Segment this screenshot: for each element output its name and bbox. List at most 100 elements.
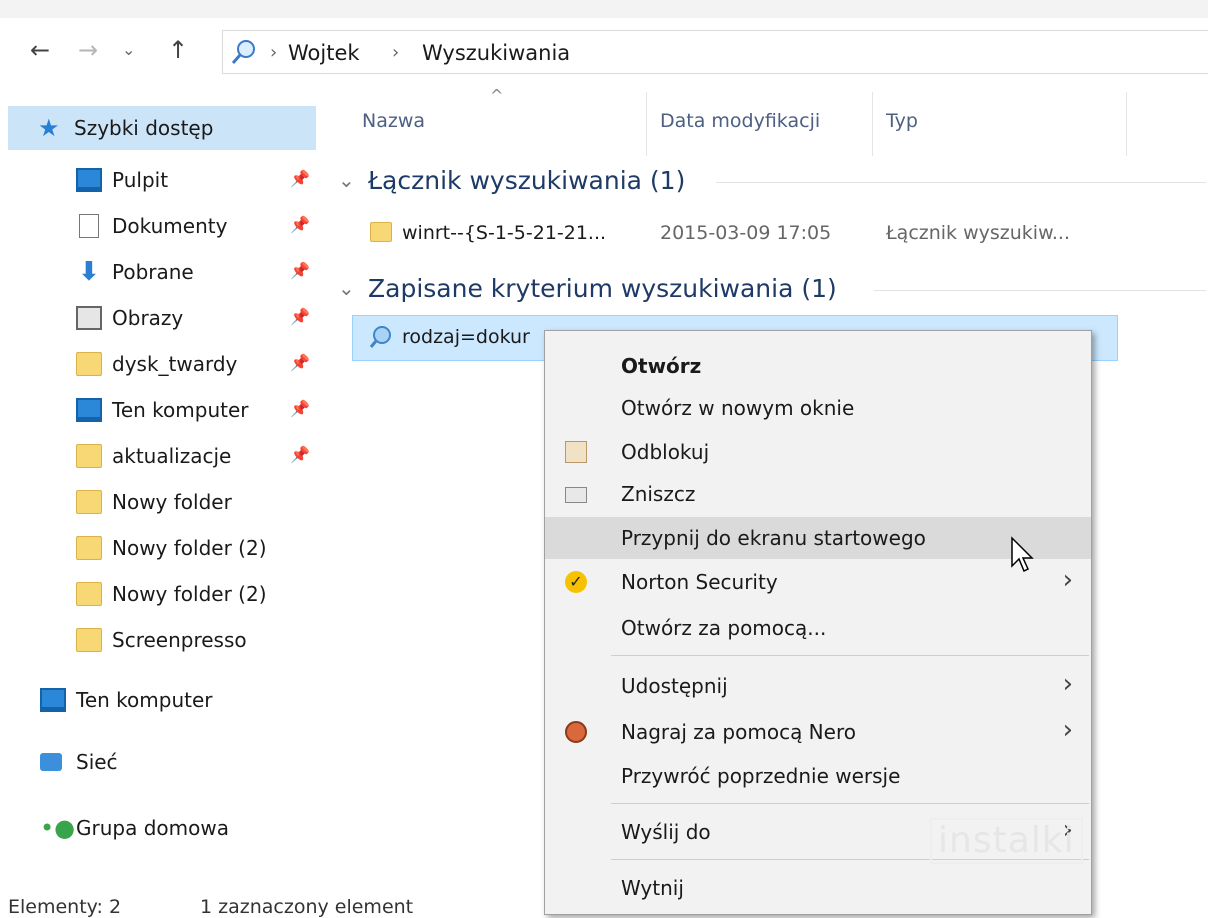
shredder-icon bbox=[565, 487, 587, 503]
sidebar-item-downloads[interactable]: ⬇ Pobrane bbox=[76, 250, 194, 294]
item-type: Łącznik wyszukiw... bbox=[886, 222, 1070, 244]
sidebar-item-label: Sieć bbox=[76, 750, 118, 774]
group-collapse-chevron-icon[interactable]: ⌄ bbox=[338, 168, 355, 192]
lock-icon bbox=[565, 441, 587, 463]
column-header-name[interactable]: Nazwa bbox=[362, 110, 425, 132]
group-header-saved-search[interactable]: Zapisane kryterium wyszukiwania (1) bbox=[368, 272, 837, 306]
menu-item-label: Udostępnij bbox=[621, 674, 728, 698]
pictures-icon bbox=[76, 306, 102, 330]
sidebar-item-label: Nowy folder bbox=[112, 490, 232, 514]
menu-item-label: Otwórz za pomocą... bbox=[621, 616, 827, 640]
sidebar-item-aktualizacje[interactable]: aktualizacje bbox=[76, 434, 231, 478]
search-icon bbox=[231, 40, 255, 64]
up-arrow-icon[interactable]: ↑ bbox=[168, 30, 188, 70]
column-header-type[interactable]: Typ bbox=[886, 110, 918, 132]
sidebar-item-label: dysk_twardy bbox=[112, 352, 238, 376]
sidebar-item-nowy-folder-2[interactable]: Nowy folder (2) bbox=[76, 526, 267, 570]
norton-check-icon: ✓ bbox=[565, 571, 587, 593]
sidebar-item-label: Szybki dostęp bbox=[74, 116, 214, 140]
sidebar-item-documents[interactable]: Dokumenty bbox=[76, 204, 227, 248]
menu-item-open-new-window[interactable]: Otwórz w nowym oknie bbox=[545, 387, 1091, 429]
sidebar-item-network[interactable]: Sieć bbox=[40, 740, 118, 784]
group-collapse-chevron-icon[interactable]: ⌄ bbox=[338, 276, 355, 300]
mouse-cursor-icon bbox=[1011, 536, 1034, 573]
breadcrumb-item-wojtek[interactable]: Wojtek bbox=[288, 38, 360, 68]
menu-item-open[interactable]: Otwórz bbox=[545, 345, 1091, 387]
sidebar-item-this-pc[interactable]: Ten komputer bbox=[40, 678, 212, 722]
forward-arrow-icon[interactable]: → bbox=[78, 30, 98, 70]
sidebar-item-label: Nowy folder (2) bbox=[112, 582, 267, 606]
group-divider bbox=[874, 290, 1206, 291]
star-icon: ★ bbox=[38, 114, 60, 142]
back-arrow-icon[interactable]: ← bbox=[30, 30, 50, 70]
download-arrow-icon: ⬇ bbox=[78, 257, 100, 287]
submenu-arrow-icon: › bbox=[1062, 565, 1073, 595]
documents-icon bbox=[79, 214, 99, 238]
pin-icon: 📌 bbox=[290, 307, 310, 326]
item-name: rodzaj=dokur bbox=[402, 326, 530, 348]
sidebar-item-pictures[interactable]: Obrazy bbox=[76, 296, 183, 340]
menu-item-open-with[interactable]: Otwórz za pomocą... bbox=[545, 607, 1091, 649]
sidebar-item-homegroup[interactable]: •● Grupa domowa bbox=[40, 806, 229, 850]
sidebar-item-label: Grupa domowa bbox=[76, 816, 229, 840]
folder-icon bbox=[76, 628, 102, 652]
search-connector-icon bbox=[370, 222, 392, 242]
menu-item-label: Otwórz bbox=[621, 354, 702, 378]
menu-item-restore-previous[interactable]: Przywróć poprzednie wersje bbox=[545, 755, 1091, 797]
sidebar-item-label: aktualizacje bbox=[112, 444, 232, 468]
folder-icon bbox=[76, 444, 102, 468]
folder-icon bbox=[76, 582, 102, 606]
network-icon bbox=[40, 753, 62, 771]
pin-icon: 📌 bbox=[290, 169, 310, 188]
item-date: 2015-03-09 17:05 bbox=[660, 222, 832, 244]
sidebar-item-desktop[interactable]: Pulpit bbox=[76, 158, 168, 202]
folder-icon bbox=[76, 352, 102, 376]
submenu-arrow-icon: › bbox=[1062, 669, 1073, 699]
saved-search-icon bbox=[369, 326, 391, 348]
sidebar-item-this-pc-pinned[interactable]: Ten komputer bbox=[76, 388, 248, 432]
pin-icon: 📌 bbox=[290, 445, 310, 464]
breadcrumb-item-wyszukiwania[interactable]: Wyszukiwania bbox=[422, 38, 570, 68]
computer-icon bbox=[40, 688, 66, 712]
menu-item-label: Wytnij bbox=[621, 876, 684, 900]
menu-item-share[interactable]: Udostępnij › bbox=[545, 665, 1091, 707]
item-name: winrt--{S-1-5-21-21... bbox=[402, 222, 607, 244]
menu-item-shred[interactable]: Zniszcz bbox=[545, 473, 1091, 515]
sidebar-item-nowy-folder-2b[interactable]: Nowy folder (2) bbox=[76, 572, 267, 616]
sidebar-item-label: Dokumenty bbox=[112, 214, 228, 238]
pin-icon: 📌 bbox=[290, 399, 310, 418]
sidebar-item-label: Pulpit bbox=[112, 168, 169, 192]
sidebar-item-nowy-folder[interactable]: Nowy folder bbox=[76, 480, 232, 524]
sidebar-item-label: Ten komputer bbox=[112, 398, 249, 422]
menu-item-burn-nero[interactable]: Nagraj za pomocą Nero › bbox=[545, 711, 1091, 753]
menu-item-label: Przywróć poprzednie wersje bbox=[621, 764, 901, 788]
menu-item-unlock[interactable]: Odblokuj bbox=[545, 431, 1091, 473]
sidebar-item-quick-access[interactable]: ★ Szybki dostęp bbox=[8, 106, 316, 150]
pin-icon: 📌 bbox=[290, 261, 310, 280]
menu-item-label: Otwórz w nowym oknie bbox=[621, 396, 855, 420]
sidebar-item-screenpresso[interactable]: Screenpresso bbox=[76, 618, 247, 662]
desktop-icon bbox=[76, 168, 102, 192]
nero-disc-icon bbox=[565, 721, 587, 743]
menu-separator bbox=[611, 655, 1089, 656]
menu-item-label: Norton Security bbox=[621, 570, 778, 594]
menu-item-label: Przypnij do ekranu startowego bbox=[621, 526, 926, 550]
column-header-date[interactable]: Data modyfikacji bbox=[660, 110, 820, 132]
address-box[interactable] bbox=[222, 30, 1208, 74]
column-header-row: Nazwa ^ Data modyfikacji Typ bbox=[340, 86, 1208, 156]
folder-icon bbox=[76, 536, 102, 560]
column-divider[interactable] bbox=[646, 92, 647, 156]
sidebar-item-label: Obrazy bbox=[112, 306, 184, 330]
pin-icon: 📌 bbox=[290, 215, 310, 234]
column-divider[interactable] bbox=[1126, 92, 1127, 156]
recent-locations-chevron-icon[interactable]: ⌄ bbox=[122, 30, 135, 70]
sidebar-item-label: Pobrane bbox=[112, 260, 194, 284]
sidebar-item-label: Nowy folder (2) bbox=[112, 536, 267, 560]
column-divider[interactable] bbox=[872, 92, 873, 156]
group-header-search-connector[interactable]: Łącznik wyszukiwania (1) bbox=[368, 164, 685, 198]
menu-item-label: Zniszcz bbox=[621, 482, 696, 506]
sidebar-item-dysk-twardy[interactable]: dysk_twardy bbox=[76, 342, 237, 386]
computer-icon bbox=[76, 398, 102, 422]
menu-item-label: Odblokuj bbox=[621, 440, 710, 464]
menu-item-cut[interactable]: Wytnij bbox=[545, 867, 1091, 909]
